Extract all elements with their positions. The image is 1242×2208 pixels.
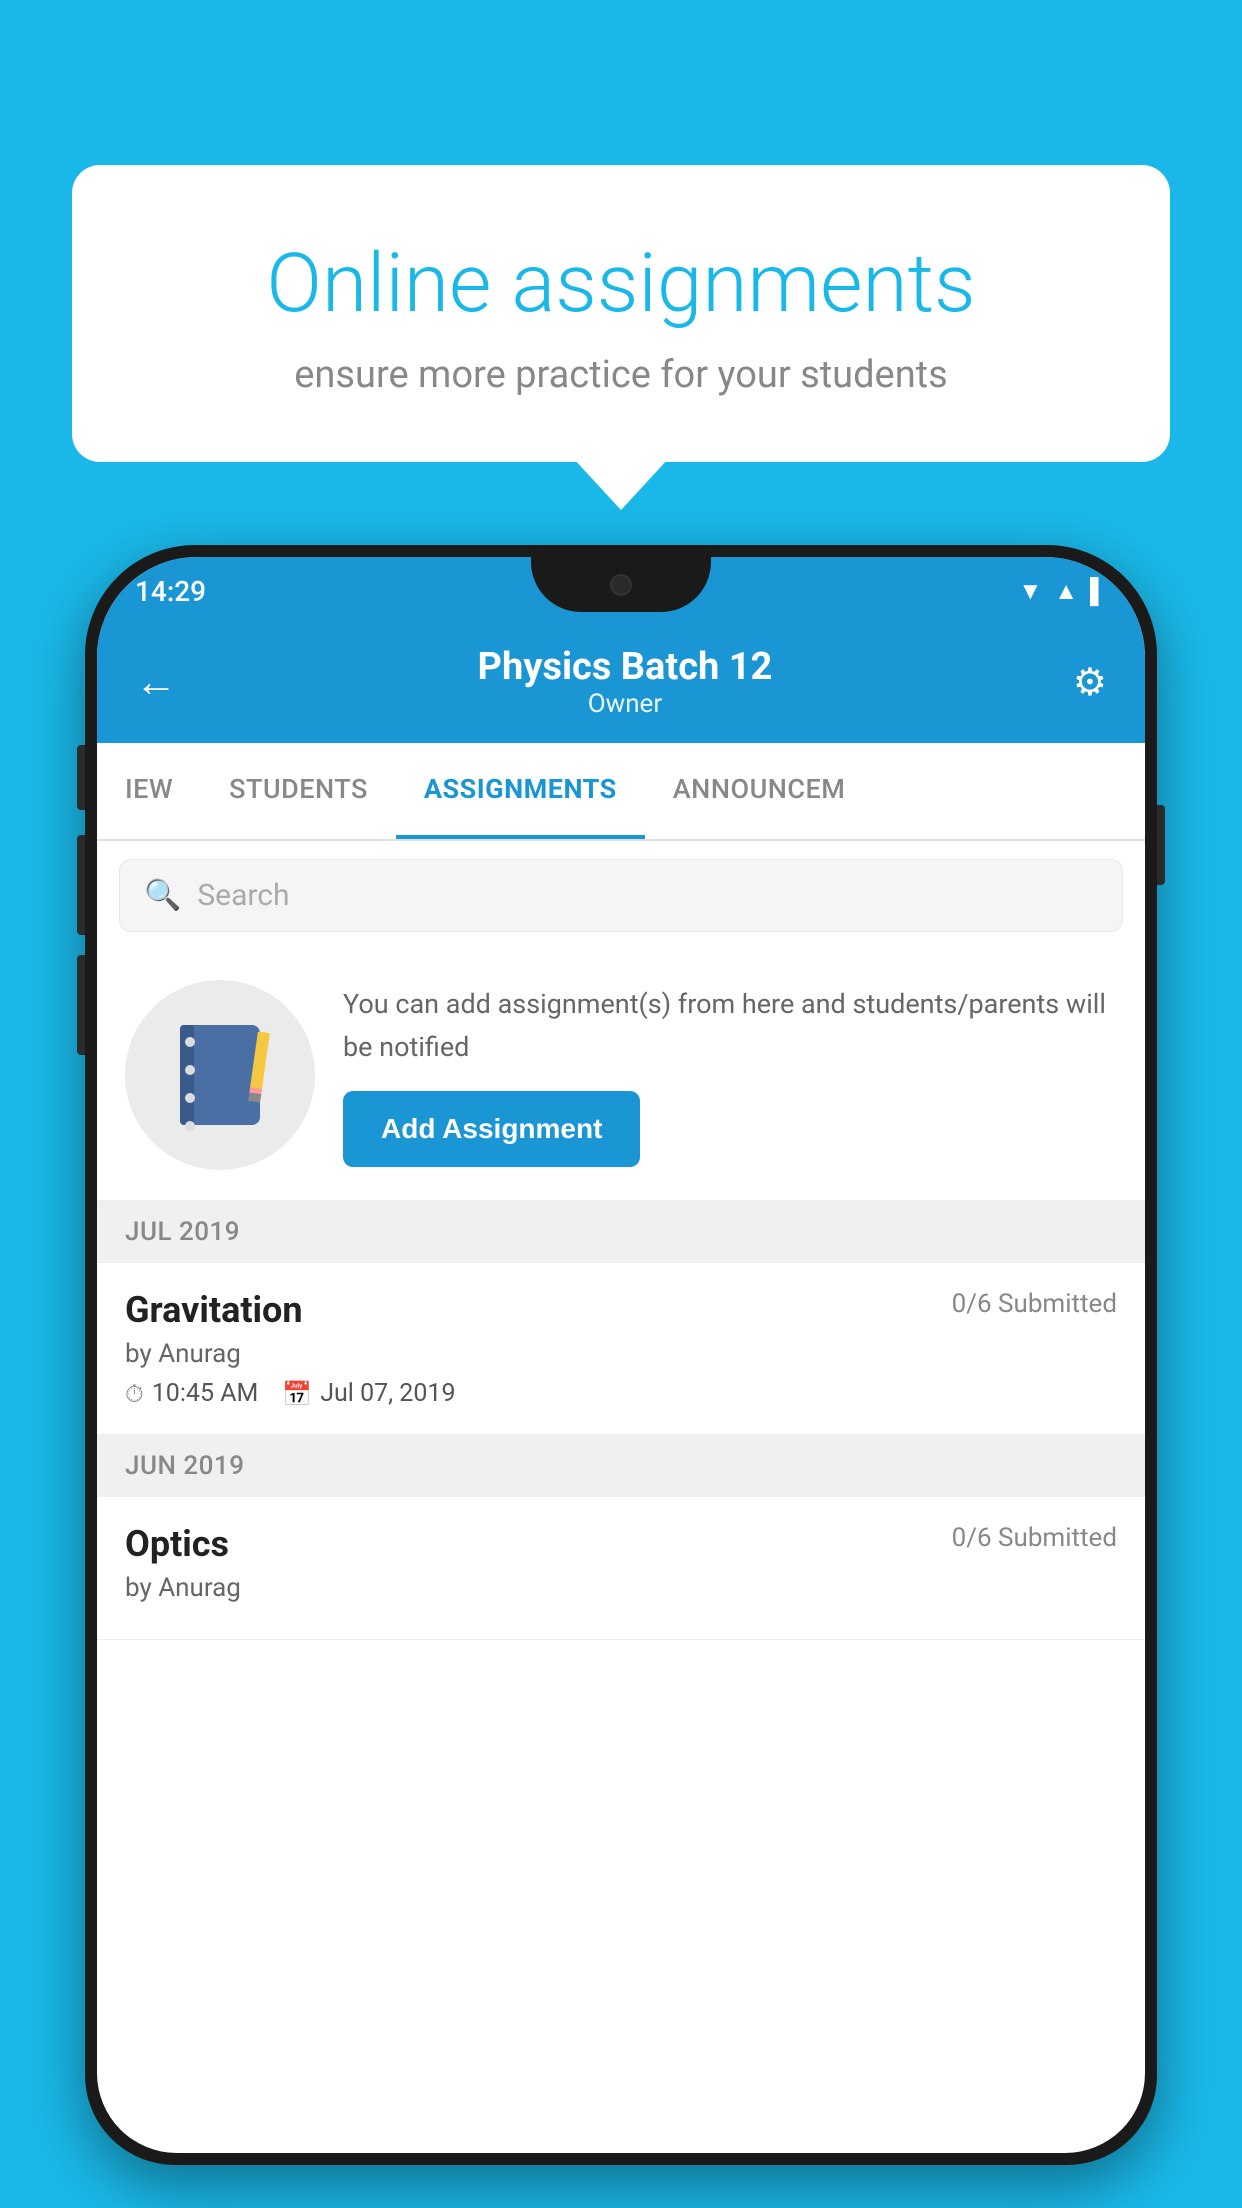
search-bar[interactable]: 🔍 Search	[119, 859, 1123, 932]
status-icons: ▼ ▲ ▌	[1018, 577, 1107, 606]
assignment-top-row-optics: Optics 0/6 Submitted	[125, 1523, 1117, 1565]
assignment-top-row: Gravitation 0/6 Submitted	[125, 1289, 1117, 1331]
status-bar: 14:29 ▼ ▲ ▌	[97, 557, 1145, 625]
promo-content: You can add assignment(s) from here and …	[343, 983, 1117, 1167]
search-container: 🔍 Search	[97, 841, 1145, 950]
wifi-icon: ▼	[1018, 577, 1042, 606]
assignment-time: ⏱ 10:45 AM	[125, 1379, 258, 1408]
tab-students[interactable]: STUDENTS	[201, 743, 396, 839]
phone-screen: 14:29 ▼ ▲ ▌ ← Physics Batch 12 Owner ⚙	[97, 557, 1145, 2153]
assignment-name-gravitation: Gravitation	[125, 1289, 303, 1331]
assignment-meta-gravitation: ⏱ 10:45 AM 📅 Jul 07, 2019	[125, 1379, 1117, 1408]
phone-volume-down-button	[77, 955, 85, 1055]
status-time: 14:29	[135, 575, 206, 608]
signal-icon: ▲	[1054, 577, 1078, 606]
bubble-subtitle: ensure more practice for your students	[152, 353, 1090, 397]
tabs-bar: IEW STUDENTS ASSIGNMENTS ANNOUNCEM	[97, 743, 1145, 841]
back-button[interactable]: ←	[135, 658, 177, 707]
section-jul-2019: JUL 2019	[97, 1201, 1145, 1263]
add-assignment-button[interactable]: Add Assignment	[343, 1091, 640, 1167]
assignment-date-value: Jul 07, 2019	[320, 1379, 455, 1408]
assignment-submitted-gravitation: 0/6 Submitted	[952, 1289, 1117, 1319]
section-jun-2019: JUN 2019	[97, 1435, 1145, 1497]
notch	[531, 557, 711, 612]
tab-iew[interactable]: IEW	[97, 743, 201, 839]
header-center: Physics Batch 12 Owner	[478, 645, 773, 719]
promo-description: You can add assignment(s) from here and …	[343, 983, 1117, 1069]
search-icon: 🔍	[144, 878, 181, 913]
app-header: ← Physics Batch 12 Owner ⚙	[97, 625, 1145, 743]
settings-icon[interactable]: ⚙	[1073, 660, 1107, 705]
front-camera	[610, 574, 632, 596]
phone-volume-up-button	[77, 835, 85, 935]
promo-section: You can add assignment(s) from here and …	[97, 950, 1145, 1201]
tab-assignments[interactable]: ASSIGNMENTS	[396, 743, 645, 839]
battery-icon: ▌	[1090, 577, 1107, 606]
speech-bubble: Online assignments ensure more practice …	[72, 165, 1170, 462]
assignment-submitted-optics: 0/6 Submitted	[952, 1523, 1117, 1553]
phone-power-button	[1157, 805, 1165, 885]
assignment-by-optics: by Anurag	[125, 1573, 1117, 1603]
notebook-icon	[175, 1020, 265, 1130]
header-title: Physics Batch 12	[478, 645, 773, 689]
clock-icon: ⏱	[125, 1380, 144, 1408]
assignment-gravitation[interactable]: Gravitation 0/6 Submitted by Anurag ⏱ 10…	[97, 1263, 1145, 1435]
assignment-name-optics: Optics	[125, 1523, 229, 1565]
phone-mute-button	[77, 745, 85, 810]
promo-icon-circle	[125, 980, 315, 1170]
assignment-time-value: 10:45 AM	[152, 1379, 259, 1408]
calendar-icon: 📅	[282, 1380, 312, 1408]
search-placeholder: Search	[197, 878, 289, 913]
assignment-optics[interactable]: Optics 0/6 Submitted by Anurag	[97, 1497, 1145, 1640]
bubble-title: Online assignments	[152, 235, 1090, 333]
header-subtitle: Owner	[478, 689, 773, 719]
assignment-by-gravitation: by Anurag	[125, 1339, 1117, 1369]
assignment-date: 📅 Jul 07, 2019	[282, 1379, 455, 1408]
phone-mockup: 14:29 ▼ ▲ ▌ ← Physics Batch 12 Owner ⚙	[85, 545, 1157, 2208]
tab-announcements[interactable]: ANNOUNCEM	[645, 743, 874, 839]
